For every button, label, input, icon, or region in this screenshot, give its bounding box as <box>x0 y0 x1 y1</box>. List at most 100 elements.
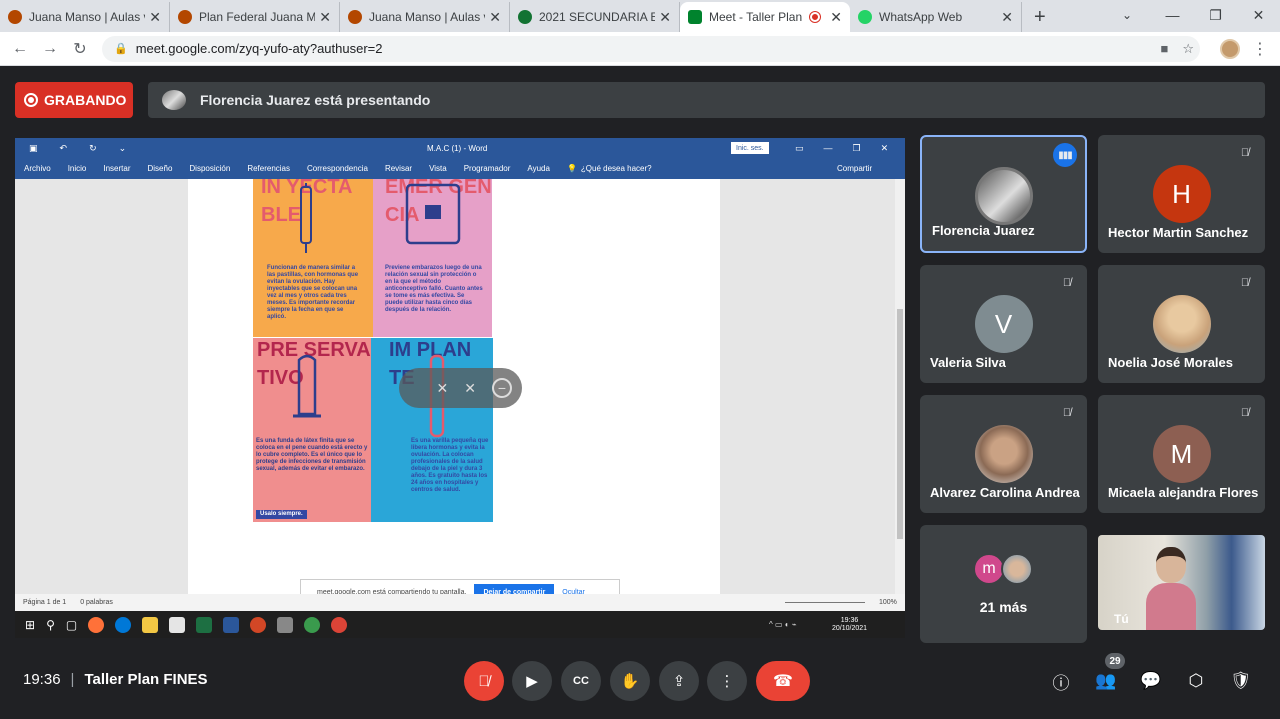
ribbon-tab: Programador <box>463 164 511 173</box>
browser-menu-icon[interactable]: ⋮ <box>1252 39 1268 59</box>
participant-tile[interactable]: 🎙̸ Alvarez Carolina Andrea <box>920 395 1087 513</box>
recording-icon <box>24 93 38 107</box>
presenter-floating-controls: ✕ ✕ − <box>399 368 522 408</box>
whatsapp-favicon-icon <box>858 10 872 24</box>
browser-tab-1[interactable]: Juana Manso | Aulas v ✕ <box>0 2 170 32</box>
recording-label: GRABANDO <box>44 92 127 108</box>
mic-off-icon: 🎙̸ <box>1240 407 1250 419</box>
ribbon-display-icon: ▭ <box>795 142 804 153</box>
participant-tile[interactable]: 🎙̸ V Valeria Silva <box>920 265 1087 383</box>
clock-time: 19:36 <box>840 616 859 624</box>
camera-toggle-button[interactable]: ▶ <box>512 661 552 701</box>
profile-avatar[interactable] <box>1220 38 1240 59</box>
participant-tile[interactable]: 🎙̸ M Micaela alejandra Flores <box>1098 395 1265 513</box>
quick-access-toolbar: ▣ ↶ ↻ ⌄ <box>29 143 126 154</box>
card-tag: Usalo siempre. <box>256 510 307 519</box>
avatar: V <box>974 295 1033 353</box>
recording-badge[interactable]: GRABANDO <box>15 82 133 118</box>
meeting-info: 19:36 | Taller Plan FINES <box>23 671 208 688</box>
app-icon <box>277 616 294 633</box>
meeting-time: 19:36 <box>23 671 61 688</box>
word-document-title: M.A.C (1) - Word <box>427 143 488 153</box>
more-options-button[interactable]: ⋮ <box>707 661 747 701</box>
file-explorer-icon <box>142 616 159 633</box>
url-field[interactable]: 🔒 meet.google.com/zyq-yufo-aty?authuser=… <box>102 35 1200 62</box>
save-icon: ▣ <box>29 142 38 153</box>
participant-tile[interactable]: ▮▮▮ Florencia Juarez <box>920 135 1087 253</box>
tab-title: WhatsApp Web <box>879 10 963 24</box>
more-avatars: m <box>973 553 1033 585</box>
close-icon[interactable]: ✕ <box>149 9 161 26</box>
avatar <box>1152 295 1211 353</box>
participant-tile[interactable]: 🎙̸ H Hector Martin Sanchez <box>1098 135 1265 253</box>
minimize-icon[interactable]: — <box>1151 0 1194 30</box>
mic-toggle-button[interactable]: 🎙̸ <box>464 661 504 701</box>
tab-search-icon[interactable]: ⌄ <box>1112 0 1142 30</box>
participant-name: Noelia José Morales <box>1108 355 1233 370</box>
undo-icon: ↶ <box>59 142 68 153</box>
word-count: 0 palabras <box>80 599 113 606</box>
activities-icon[interactable]: ⬡ <box>1184 669 1208 693</box>
browser-tab-3[interactable]: Juana Manso | Aulas v ✕ <box>340 2 510 32</box>
chrome-icon <box>331 616 348 633</box>
tell-me-field: ¿Qué desea hacer? <box>580 164 652 173</box>
favicon-icon <box>8 10 22 24</box>
new-tab-button[interactable]: + <box>1022 2 1058 32</box>
camera-icon[interactable]: ■ <box>1160 41 1168 57</box>
meet-controls-bar: 19:36 | Taller Plan FINES 🎙̸ ▶ CC ✋ ⇪ ⋮ … <box>0 650 1280 719</box>
restore-icon[interactable]: ❐ <box>1194 0 1237 30</box>
browser-tab-4[interactable]: 2021 SECUNDARIA EA ✕ <box>510 2 680 32</box>
chat-icon[interactable]: 💬 <box>1139 669 1163 693</box>
self-video-tile[interactable]: Tú <box>1098 535 1265 630</box>
info-icon[interactable]: ⓘ <box>1049 669 1073 693</box>
bookmark-star-icon[interactable]: ☆ <box>1182 41 1194 57</box>
ribbon-tab: Inicio <box>67 164 87 173</box>
document-scrollbar <box>895 179 905 594</box>
separator: | <box>70 671 75 688</box>
raise-hand-button[interactable]: ✋ <box>610 661 650 701</box>
pill-pack-icon <box>405 183 461 245</box>
reload-icon[interactable]: ↻ <box>65 39 95 59</box>
zoom-slider <box>785 602 865 603</box>
close-icon[interactable]: ✕ <box>1001 9 1013 26</box>
excel-icon <box>196 616 213 633</box>
avatar <box>974 425 1033 483</box>
people-icon[interactable]: 👥 <box>1094 669 1118 693</box>
collapse-icon: − <box>492 378 512 398</box>
lock-icon[interactable]: 🔒 <box>114 42 128 55</box>
ribbon-tab: Revisar <box>384 164 413 173</box>
tab-title: 2021 SECUNDARIA EA <box>539 10 656 24</box>
present-screen-button[interactable]: ⇪ <box>659 661 699 701</box>
host-controls-icon[interactable]: 🛡 <box>1229 669 1253 693</box>
captions-button[interactable]: CC <box>561 661 601 701</box>
browser-tab-bar: Juana Manso | Aulas v ✕ Plan Federal Jua… <box>0 0 1280 32</box>
meeting-title: Taller Plan FINES <box>84 671 208 688</box>
presenting-label: Florencia Juarez está presentando <box>200 92 431 108</box>
search-icon: ⚲ <box>46 617 55 632</box>
participant-tile[interactable]: 🎙̸ Noelia José Morales <box>1098 265 1265 383</box>
leave-call-button[interactable]: ☎ <box>756 661 810 701</box>
edge-icon <box>115 616 132 633</box>
more-participants-tile[interactable]: m 21 más <box>920 525 1087 643</box>
browser-tab-meet[interactable]: Meet - Taller Plan ✕ <box>680 2 850 32</box>
close-icon[interactable]: ✕ <box>489 9 501 26</box>
avatar <box>974 167 1033 225</box>
word-status-bar: Página 1 de 1 0 palabras 100% <box>15 594 905 611</box>
avatar: H <box>1152 165 1211 223</box>
favicon-icon <box>178 10 192 24</box>
browser-tab-whatsapp[interactable]: WhatsApp Web ✕ <box>850 2 1022 32</box>
recording-indicator-icon <box>810 12 821 22</box>
browser-tab-2[interactable]: Plan Federal Juana Ma ✕ <box>170 2 340 32</box>
card-text: Previene embarazos luego de una relación… <box>385 265 483 313</box>
close-icon[interactable]: ✕ <box>659 9 671 26</box>
window-close-icon[interactable]: ✕ <box>1237 0 1280 30</box>
participant-name: Valeria Silva <box>930 355 1006 370</box>
close-icon[interactable]: ✕ <box>319 9 331 26</box>
close-icon[interactable]: ✕ <box>830 9 842 26</box>
tell-me-icon: 💡 <box>566 164 577 173</box>
forward-icon[interactable]: → <box>35 40 65 58</box>
card-text: Es una varilla pequeña que libera hormon… <box>411 438 489 493</box>
tab-title: Plan Federal Juana Ma <box>199 10 316 24</box>
mic-off-icon: 🎙̸ <box>1240 147 1250 159</box>
back-icon[interactable]: ← <box>5 40 35 58</box>
